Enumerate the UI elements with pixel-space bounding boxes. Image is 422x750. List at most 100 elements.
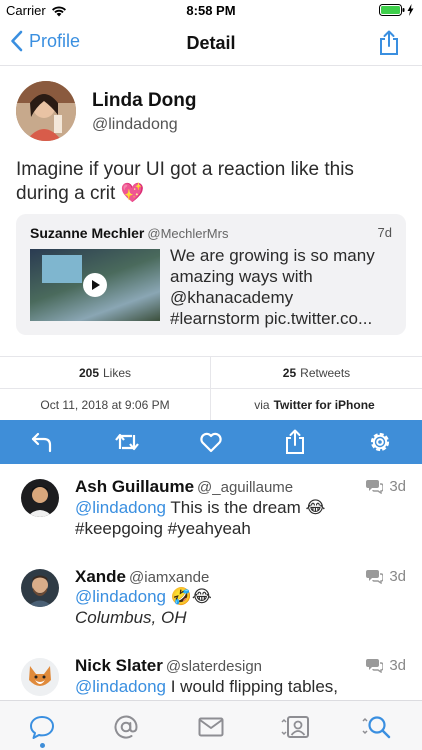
reply-body: 🤣😂	[166, 587, 212, 606]
tab-search[interactable]	[362, 713, 392, 741]
heart-icon	[200, 432, 222, 453]
retweets-count: 25	[282, 366, 297, 380]
mail-icon	[198, 717, 224, 737]
reply-body: I would flipping tables,	[166, 677, 338, 696]
reply-location[interactable]: Columbus, OH	[75, 607, 186, 628]
avatar[interactable]	[21, 569, 59, 607]
likes-stat[interactable]: 205 Likes	[0, 357, 211, 389]
reply-text: @lindadong I would flipping tables,	[75, 676, 338, 697]
search-icon	[362, 716, 391, 739]
tweet-text: Imagine if your UI got a reaction like t…	[16, 159, 354, 204]
avatar-photo	[21, 658, 59, 696]
reply-date: 3d	[389, 657, 406, 674]
quoted-text-line: amazing ways with	[170, 267, 313, 286]
retweet-icon	[114, 433, 139, 451]
reply-author: Xande @iamxande	[75, 567, 209, 587]
quoted-video-thumbnail[interactable]	[30, 249, 160, 321]
retweets-stat[interactable]: 25 Retweets	[211, 357, 422, 389]
retweets-label: Retweets	[300, 366, 351, 380]
share-icon	[286, 429, 305, 454]
active-tab-indicator	[40, 743, 45, 748]
reply-author-handle[interactable]: @slaterdesign	[166, 658, 262, 675]
status-bar: Carrier 8:58 PM	[0, 0, 422, 22]
retweet-button[interactable]	[112, 427, 142, 457]
charging-bolt-icon	[407, 4, 414, 16]
avatar-photo	[21, 479, 59, 517]
page-title: Detail	[186, 33, 236, 53]
reply-text: @lindadong 🤣😂	[75, 586, 212, 607]
chat-icon	[30, 716, 54, 739]
conversation-icon	[366, 570, 384, 584]
quoted-text: We are growing is so many amazing ways w…	[170, 245, 392, 329]
play-icon	[92, 280, 100, 290]
quoted-date: 7d	[377, 225, 392, 240]
quoted-text-line: @khanacademy	[170, 288, 294, 307]
like-button[interactable]	[196, 427, 226, 457]
quoted-author-handle: @MechlerMrs	[147, 226, 229, 241]
reply-item[interactable]: Ash Guillaume @_aguillaume 3d @lindadong …	[0, 464, 422, 556]
tweet-action-bar	[0, 420, 422, 464]
settings-button[interactable]	[365, 427, 395, 457]
reply-author-name[interactable]: Nick Slater	[75, 656, 163, 675]
mention-link[interactable]: @lindadong	[75, 677, 166, 696]
via-prefix: via	[254, 398, 270, 412]
play-button[interactable]	[83, 273, 107, 297]
likes-count: 205	[78, 366, 99, 380]
navigation-bar: Profile Detail	[0, 22, 422, 66]
reply-author-handle[interactable]: @iamxande	[129, 569, 209, 586]
battery-icon	[379, 4, 405, 16]
reply-text: @lindadong This is the dream 😂	[75, 497, 325, 518]
author-handle[interactable]: @lindadong	[92, 116, 178, 134]
avatar-photo	[21, 569, 59, 607]
tweet-timestamp: Oct 11, 2018 at 9:06 PM	[0, 389, 211, 421]
reply-date: 3d	[389, 478, 406, 495]
quoted-author-name: Suzanne Mechler	[30, 225, 145, 241]
tweet-stats: 205 Likes 25 Retweets Oct 11, 2018 at 9:…	[0, 356, 422, 421]
reply-author-handle[interactable]: @_aguillaume	[197, 479, 293, 496]
tweet-client: via Twitter for iPhone	[211, 389, 422, 421]
mention-link[interactable]: @lindadong	[75, 498, 166, 517]
share-tweet-button[interactable]	[280, 427, 310, 457]
client-name: Twitter for iPhone	[273, 398, 375, 412]
reply-body: This is the dream 😂	[166, 498, 326, 517]
tab-profile[interactable]	[280, 713, 310, 741]
quoted-text-line: We are growing is so many	[170, 246, 375, 265]
quoted-text-line: #learnstorm pic.twitter.co...	[170, 309, 373, 328]
share-button[interactable]	[378, 30, 400, 61]
reply-item[interactable]: Xande @iamxande 3d @lindadong 🤣😂 Columbus…	[0, 556, 422, 646]
video-still	[42, 255, 82, 283]
avatar[interactable]	[21, 479, 59, 517]
profile-icon	[281, 716, 309, 738]
reply-item[interactable]: Nick Slater @slaterdesign 3d @lindadong I…	[0, 646, 422, 700]
reply-date: 3d	[389, 568, 406, 585]
quoted-tweet[interactable]: Suzanne Mechler @MechlerMrs 7d We are gro…	[16, 214, 406, 335]
avatar-photo	[16, 81, 76, 141]
reply-author-name[interactable]: Xande	[75, 567, 126, 586]
conversation-icon	[366, 480, 384, 494]
reply-icon	[32, 432, 52, 453]
tab-bar	[0, 700, 422, 750]
conversation-icon	[366, 659, 384, 673]
reply-meta: 3d	[366, 478, 406, 495]
mention-icon	[114, 715, 138, 739]
tab-timeline[interactable]	[27, 713, 57, 741]
mention-link[interactable]: @lindadong	[75, 587, 166, 606]
reply-author: Ash Guillaume @_aguillaume	[75, 477, 293, 497]
likes-label: Likes	[103, 366, 132, 380]
reply-meta: 3d	[366, 568, 406, 585]
avatar[interactable]	[16, 81, 76, 141]
status-time: 8:58 PM	[186, 3, 236, 18]
avatar[interactable]	[21, 658, 59, 696]
tab-messages[interactable]	[196, 713, 226, 741]
reply-meta: 3d	[366, 657, 406, 674]
author-name[interactable]: Linda Dong	[92, 90, 196, 112]
tab-mentions[interactable]	[111, 713, 141, 741]
reply-author: Nick Slater @slaterdesign	[75, 656, 262, 676]
share-icon	[380, 30, 398, 55]
reply-hashtags[interactable]: #keepgoing #yeahyeah	[75, 518, 251, 539]
reply-author-name[interactable]: Ash Guillaume	[75, 477, 194, 496]
quoted-author: Suzanne Mechler @MechlerMrs	[30, 225, 228, 241]
reply-button[interactable]	[27, 427, 57, 457]
gear-icon	[370, 432, 389, 452]
battery-indicator	[379, 4, 414, 16]
